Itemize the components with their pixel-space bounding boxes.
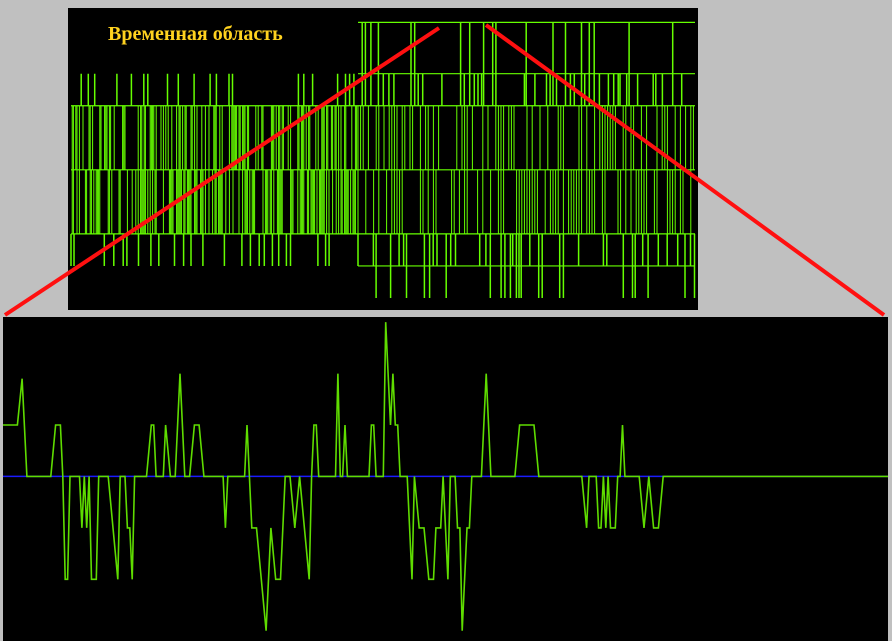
chart-title: Временная область — [108, 23, 283, 45]
signal-spikes — [70, 22, 696, 298]
time-domain-signal-plot — [70, 21, 696, 298]
time-domain-panel: Временная область — [68, 8, 698, 310]
zoomed-signal-plot — [3, 322, 888, 631]
zoomed-signal-panel — [3, 317, 888, 641]
